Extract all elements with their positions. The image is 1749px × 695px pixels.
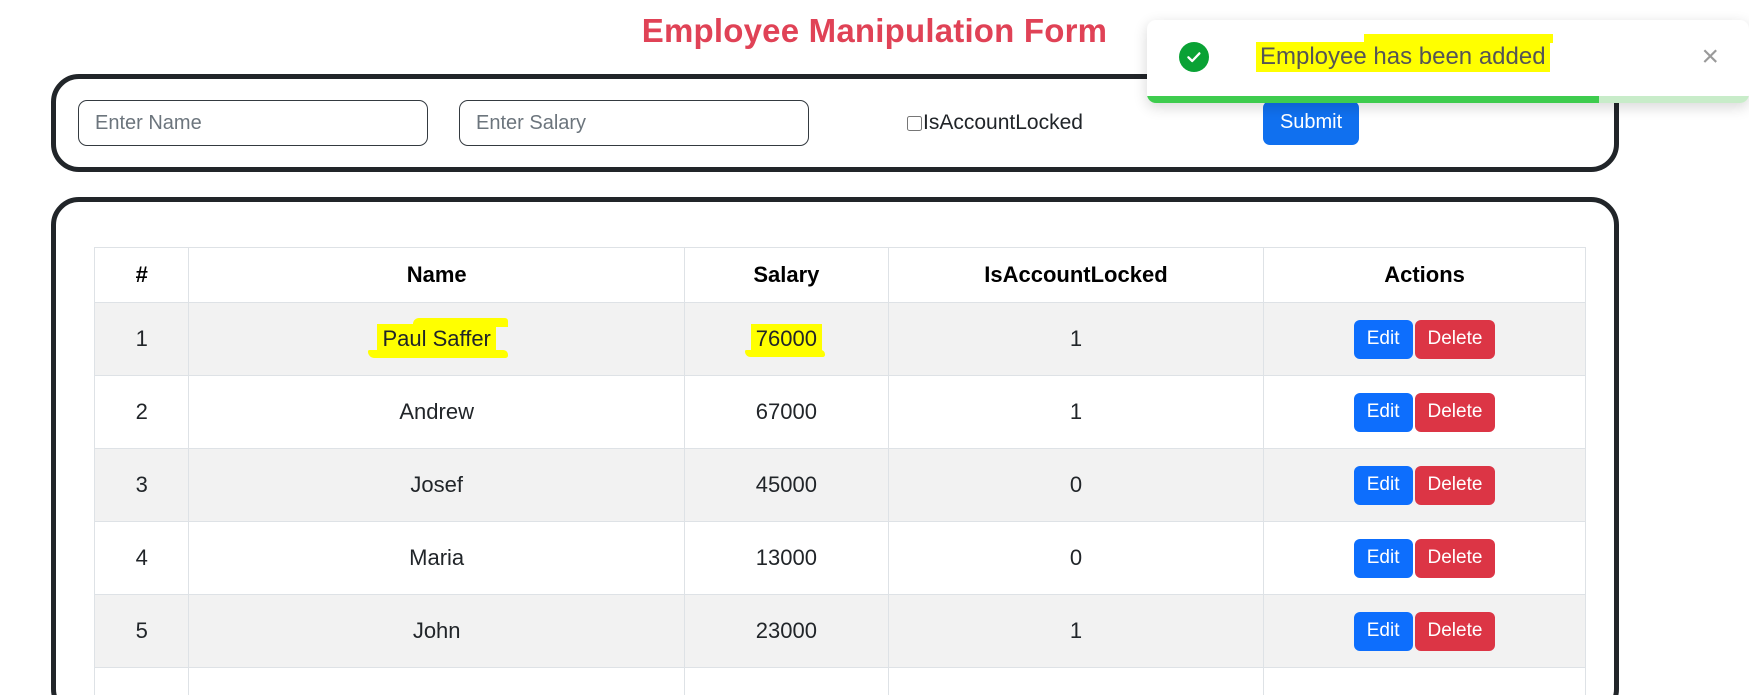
- form-row: IsAccountLocked Submit: [78, 100, 1592, 146]
- cell-index: [93, 667, 190, 695]
- edit-button[interactable]: Edit: [1353, 538, 1413, 578]
- column-header-index: #: [93, 247, 190, 303]
- cell-actions: Edit Delete: [1263, 521, 1586, 595]
- table-row: 3 Josef 45000 0 Edit Delete: [93, 448, 1586, 522]
- success-check-icon: [1179, 42, 1209, 72]
- table-row: [93, 667, 1586, 695]
- highlight-marker-name: Paul Saffer: [379, 326, 494, 351]
- salary-input[interactable]: [459, 100, 809, 146]
- cell-index: 5: [93, 594, 190, 668]
- cell-name: Paul Saffer: [188, 302, 685, 376]
- toast-message: Employee has been added: [1256, 42, 1550, 72]
- cell-index: 4: [93, 521, 190, 595]
- edit-button[interactable]: Edit: [1353, 392, 1413, 432]
- toast-progress-bar: [1147, 96, 1599, 103]
- cell-name: [188, 667, 685, 695]
- employee-table-panel: # Name Salary IsAccountLocked Actions 1 …: [51, 197, 1619, 695]
- cell-actions: Edit Delete: [1263, 302, 1586, 376]
- cell-locked: 1: [887, 375, 1265, 449]
- column-header-actions: Actions: [1263, 247, 1586, 303]
- toast-body: Employee has been added ×: [1147, 20, 1749, 96]
- table-row: 5 John 23000 1 Edit Delete: [93, 594, 1586, 668]
- cell-actions: Edit Delete: [1263, 594, 1586, 668]
- table-row: 4 Maria 13000 0 Edit Delete: [93, 521, 1586, 595]
- cell-index: 1: [93, 302, 190, 376]
- cell-salary: 76000: [683, 302, 889, 376]
- table-header: # Name Salary IsAccountLocked Actions: [93, 247, 1586, 303]
- cell-salary: [683, 667, 889, 695]
- toast-progress-track: [1147, 96, 1749, 103]
- delete-button[interactable]: Delete: [1414, 465, 1496, 505]
- column-header-name: Name: [188, 247, 685, 303]
- cell-locked: [887, 667, 1265, 695]
- name-input[interactable]: [78, 100, 428, 146]
- cell-actions: Edit Delete: [1263, 375, 1586, 449]
- toast-message-wrap: Employee has been added: [1256, 42, 1691, 72]
- close-icon[interactable]: ×: [1691, 42, 1731, 72]
- is-account-locked-field: IsAccountLocked: [907, 111, 1083, 135]
- table-scroll-area: # Name Salary IsAccountLocked Actions 1 …: [93, 247, 1586, 695]
- cell-actions: Edit Delete: [1263, 448, 1586, 522]
- employee-table: # Name Salary IsAccountLocked Actions 1 …: [93, 247, 1586, 695]
- cell-salary: 13000: [683, 521, 889, 595]
- cell-locked: 1: [887, 594, 1265, 668]
- delete-button[interactable]: Delete: [1414, 538, 1496, 578]
- cell-locked: 0: [887, 521, 1265, 595]
- delete-button[interactable]: Delete: [1414, 611, 1496, 651]
- delete-button[interactable]: Delete: [1414, 319, 1496, 359]
- column-header-locked: IsAccountLocked: [887, 247, 1265, 303]
- is-account-locked-label[interactable]: IsAccountLocked: [923, 111, 1083, 135]
- cell-name: John: [188, 594, 685, 668]
- cell-name: Josef: [188, 448, 685, 522]
- table-body: 1 Paul Saffer 76000 1 Edit Delete 2 Andre…: [93, 302, 1586, 695]
- cell-salary: 23000: [683, 594, 889, 668]
- cell-index: 2: [93, 375, 190, 449]
- delete-button[interactable]: Delete: [1414, 392, 1496, 432]
- table-row: 2 Andrew 67000 1 Edit Delete: [93, 375, 1586, 449]
- cell-salary: 45000: [683, 448, 889, 522]
- table-row: 1 Paul Saffer 76000 1 Edit Delete: [93, 302, 1586, 376]
- cell-locked: 0: [887, 448, 1265, 522]
- edit-button[interactable]: Edit: [1353, 465, 1413, 505]
- highlight-marker-salary: 76000: [752, 326, 820, 351]
- success-toast: Employee has been added ×: [1147, 20, 1749, 103]
- edit-button[interactable]: Edit: [1353, 611, 1413, 651]
- cell-name: Andrew: [188, 375, 685, 449]
- cell-locked: 1: [887, 302, 1265, 376]
- cell-salary: 67000: [683, 375, 889, 449]
- is-account-locked-checkbox[interactable]: [907, 115, 922, 131]
- submit-button[interactable]: Submit: [1262, 101, 1360, 145]
- edit-button[interactable]: Edit: [1353, 319, 1413, 359]
- cell-index: 3: [93, 448, 190, 522]
- column-header-salary: Salary: [683, 247, 889, 303]
- table-header-row: # Name Salary IsAccountLocked Actions: [93, 247, 1586, 303]
- cell-actions: [1263, 667, 1586, 695]
- cell-name: Maria: [188, 521, 685, 595]
